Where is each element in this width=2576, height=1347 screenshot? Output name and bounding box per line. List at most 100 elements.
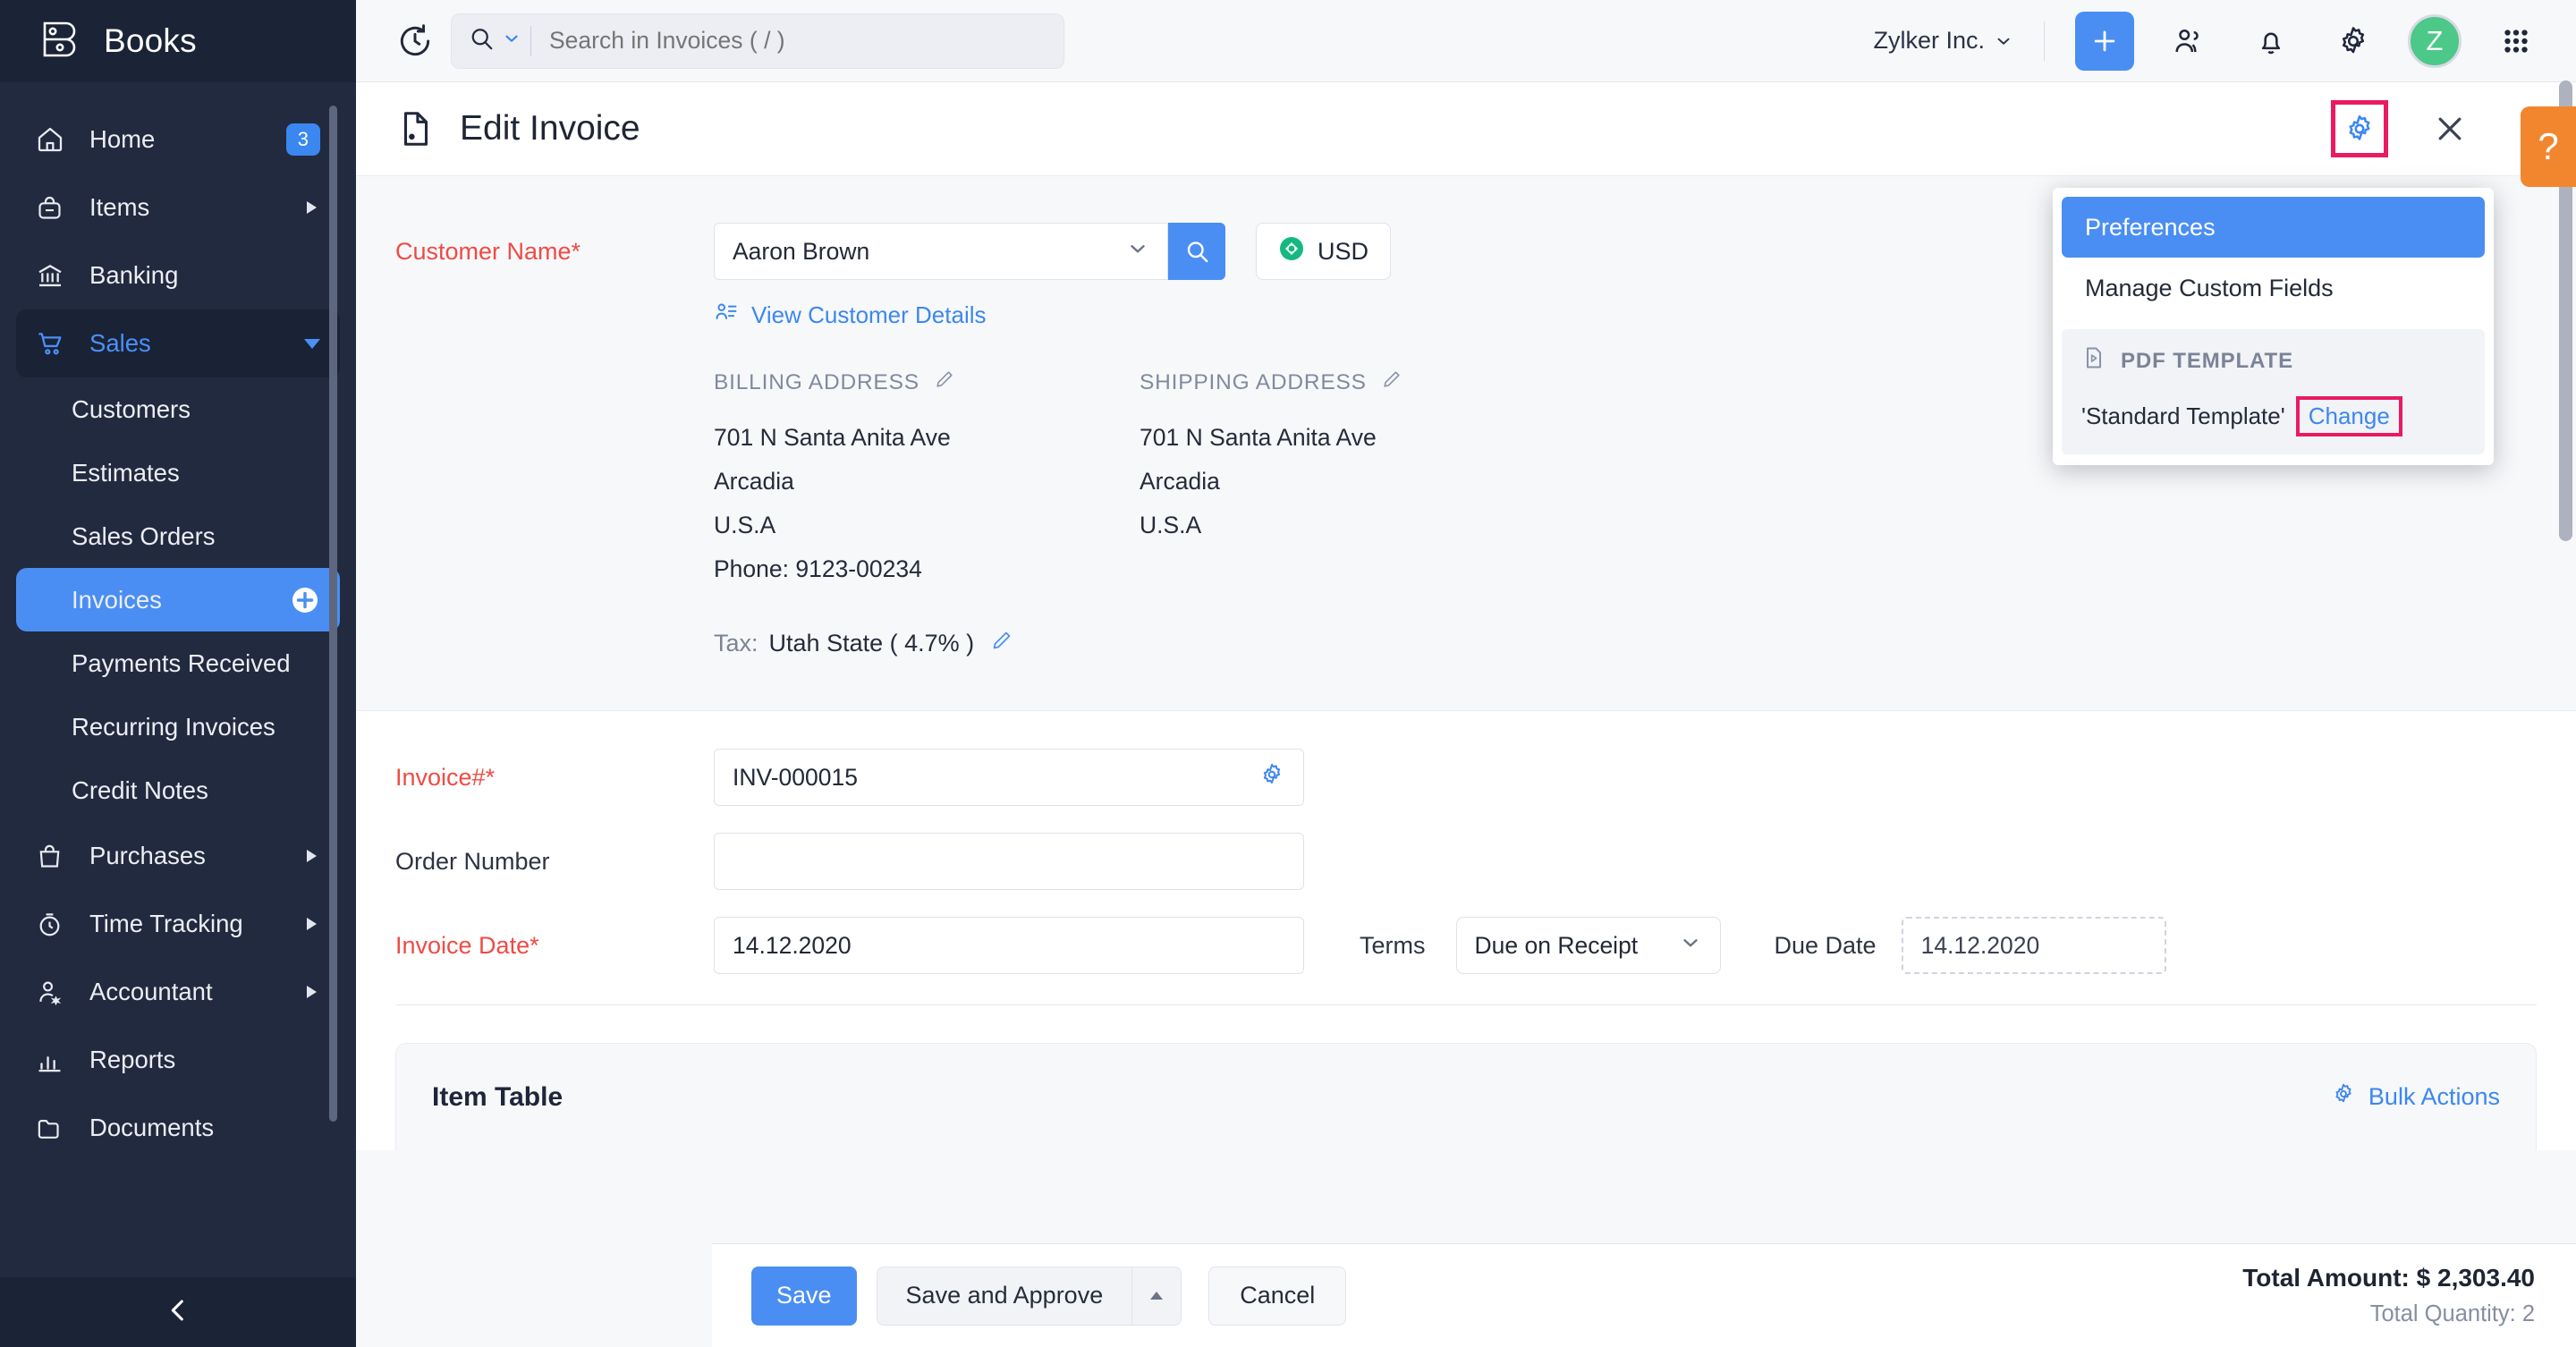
- home-badge: 3: [286, 123, 320, 156]
- sidebar-item-sales[interactable]: Sales: [16, 309, 340, 377]
- close-button[interactable]: [2422, 101, 2478, 157]
- user-avatar[interactable]: Z: [2408, 14, 2462, 68]
- pdf-template-heading: PDF TEMPLATE: [2081, 345, 2465, 377]
- sidebar-collapse-button[interactable]: [0, 1277, 356, 1347]
- org-switcher[interactable]: Zylker Inc.: [1873, 27, 2013, 55]
- customer-card-icon: [714, 300, 739, 331]
- pencil-icon[interactable]: [934, 369, 955, 396]
- sidebar-item-payments-received[interactable]: Payments Received: [16, 631, 340, 695]
- pencil-icon[interactable]: [1381, 369, 1402, 396]
- sidebar-item-reports[interactable]: Reports: [16, 1026, 340, 1094]
- menu-item-preferences[interactable]: Preferences: [2062, 197, 2485, 258]
- section-divider: [395, 1004, 2537, 1005]
- help-button[interactable]: ?: [2521, 106, 2576, 187]
- shipping-address-block: SHIPPING ADDRESS 701 N Santa Anita Ave A…: [1140, 369, 1565, 591]
- sidebar-item-recurring-invoices[interactable]: Recurring Invoices: [16, 695, 340, 758]
- document-icon: [395, 108, 436, 149]
- brand-logo-area[interactable]: Books: [0, 0, 356, 82]
- sidebar-item-sales-orders[interactable]: Sales Orders: [16, 504, 340, 568]
- sidebar-item-label: Credit Notes: [72, 776, 208, 805]
- menu-item-manage-custom-fields[interactable]: Manage Custom Fields: [2062, 258, 2485, 318]
- chevron-right-icon: [307, 201, 317, 214]
- caret-up-icon: [1150, 1292, 1163, 1300]
- sidebar-item-accountant[interactable]: Accountant: [16, 958, 340, 1026]
- sidebar-item-label: Invoices: [72, 586, 162, 614]
- order-number-row: Order Number: [356, 833, 2576, 890]
- chevron-down-icon: [1679, 931, 1702, 961]
- sidebar-item-label: Documents: [89, 1114, 214, 1142]
- tax-label: Tax:: [714, 630, 758, 657]
- sidebar-item-customers[interactable]: Customers: [16, 377, 340, 441]
- billing-address-block: BILLING ADDRESS 701 N Santa Anita Ave Ar…: [714, 369, 1140, 591]
- customer-name-input[interactable]: Aaron Brown: [714, 223, 1168, 280]
- chevron-down-icon: [304, 339, 320, 349]
- chevron-right-icon: [307, 986, 317, 998]
- quick-create-button[interactable]: [2075, 12, 2134, 71]
- item-table-header: Item Table Bulk Actions: [395, 1043, 2537, 1150]
- search-input[interactable]: [549, 27, 1014, 55]
- sidebar-item-label: Sales Orders: [72, 522, 215, 551]
- currency-selector[interactable]: USD: [1256, 223, 1391, 280]
- sidebar-item-credit-notes[interactable]: Credit Notes: [16, 758, 340, 822]
- invoice-date-input[interactable]: 14.12.2020: [714, 917, 1304, 974]
- sidebar-item-label: Purchases: [89, 842, 206, 870]
- search-divider: [530, 26, 531, 56]
- pencil-icon[interactable]: [990, 629, 1013, 658]
- gear-icon: [2331, 1081, 2356, 1113]
- terms-select[interactable]: Due on Receipt: [1456, 917, 1721, 974]
- sidebar-item-invoices[interactable]: Invoices: [16, 568, 340, 631]
- bulk-actions-button[interactable]: Bulk Actions: [2331, 1081, 2500, 1113]
- customer-search-button[interactable]: [1168, 223, 1225, 280]
- chevron-right-icon: [307, 850, 317, 862]
- customer-name-label: Customer Name*: [395, 238, 714, 266]
- view-customer-details-label: View Customer Details: [751, 301, 987, 329]
- sidebar-item-time-tracking[interactable]: Time Tracking: [16, 890, 340, 958]
- shipping-address-title: SHIPPING ADDRESS: [1140, 370, 1367, 395]
- due-date-input[interactable]: 14.12.2020: [1902, 917, 2166, 974]
- customer-name-value: Aaron Brown: [733, 238, 869, 266]
- save-button[interactable]: Save: [751, 1267, 857, 1326]
- pdf-template-section: PDF TEMPLATE 'Standard Template' Change: [2062, 329, 2485, 454]
- gear-icon[interactable]: [2326, 13, 2381, 69]
- save-and-approve-group: Save and Approve: [877, 1267, 1182, 1326]
- bulk-actions-label: Bulk Actions: [2368, 1083, 2500, 1111]
- chevron-left-icon: [163, 1295, 193, 1330]
- bell-icon[interactable]: [2243, 13, 2299, 69]
- sidebar-item-documents[interactable]: Documents: [16, 1094, 340, 1162]
- sidebar-item-label: Recurring Invoices: [72, 713, 275, 741]
- item-table-title: Item Table: [432, 1082, 563, 1113]
- bank-icon: [36, 261, 72, 290]
- accountant-icon: [36, 978, 72, 1006]
- save-and-approve-button[interactable]: Save and Approve: [877, 1267, 1132, 1326]
- purchase-bag-icon: [36, 843, 72, 870]
- search-scope-chevron-down-icon[interactable]: [502, 29, 521, 53]
- invoice-settings-button[interactable]: [2331, 100, 2388, 157]
- sidebar-item-label: Banking: [89, 261, 178, 290]
- sidebar-item-estimates[interactable]: Estimates: [16, 441, 340, 504]
- cancel-button[interactable]: Cancel: [1208, 1267, 1346, 1326]
- global-search-box[interactable]: [451, 13, 1064, 69]
- clock-history-icon[interactable]: [395, 21, 435, 61]
- invoice-number-label: Invoice#*: [395, 764, 714, 792]
- magnifier-icon: [1183, 238, 1210, 265]
- change-template-link[interactable]: Change: [2296, 396, 2402, 436]
- folder-icon: [36, 1114, 72, 1142]
- sidebar-item-home[interactable]: Home 3: [16, 106, 340, 174]
- save-options-dropdown-button[interactable]: [1131, 1267, 1182, 1326]
- sidebar: Books Home 3 Items: [0, 0, 356, 1347]
- invoice-number-settings-gear-icon[interactable]: [1258, 761, 1285, 794]
- order-number-label: Order Number: [395, 848, 714, 876]
- sidebar-item-banking[interactable]: Banking: [16, 241, 340, 309]
- dates-row: Invoice Date* 14.12.2020 Terms Due on Re…: [356, 917, 2576, 974]
- contacts-icon[interactable]: [2161, 13, 2216, 69]
- plus-circle-icon[interactable]: [290, 585, 320, 615]
- sidebar-scrollbar[interactable]: [329, 106, 337, 1122]
- order-number-input[interactable]: [714, 833, 1304, 890]
- sidebar-item-label: Sales: [89, 329, 151, 358]
- sidebar-item-purchases[interactable]: Purchases: [16, 822, 340, 890]
- invoice-number-input[interactable]: INV-000015: [714, 749, 1304, 806]
- apps-grid-icon[interactable]: [2488, 13, 2544, 69]
- bag-icon: [36, 194, 72, 222]
- sidebar-item-items[interactable]: Items: [16, 174, 340, 241]
- address-line: U.S.A: [1140, 504, 1565, 547]
